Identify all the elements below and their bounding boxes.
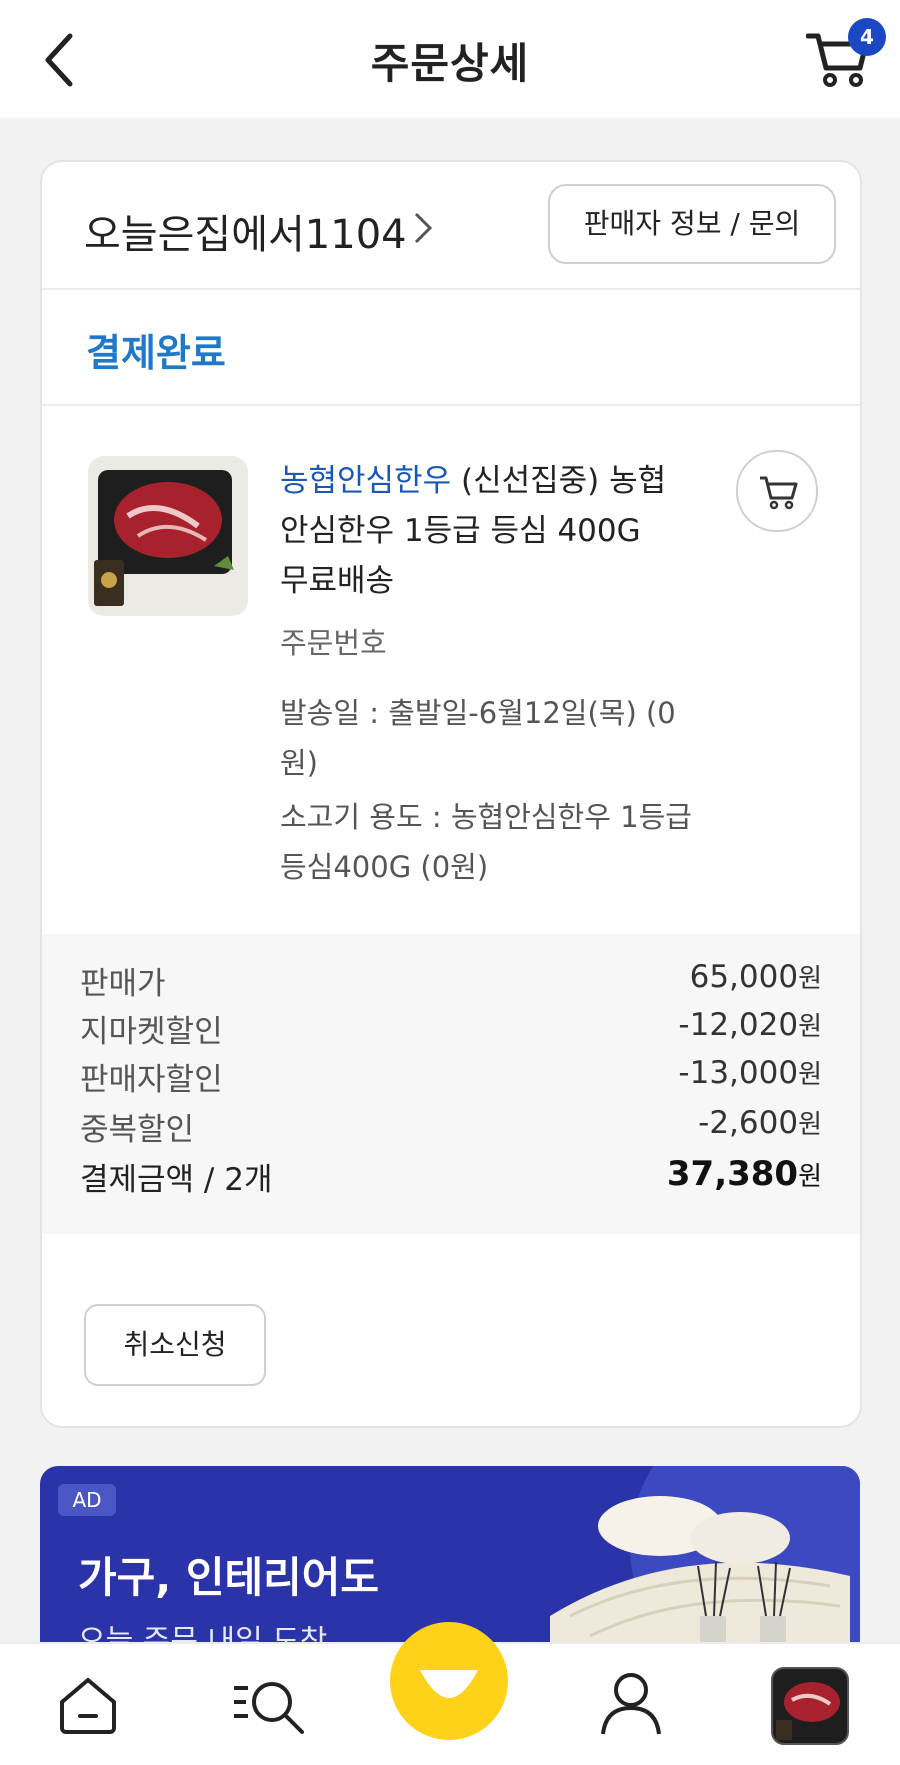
page-title: 주문상세 (370, 39, 530, 88)
ad-title: 가구, 인테리어도 (78, 1553, 380, 1602)
ship-date: 발송일 : 출발일-6월12일(목) (0원) (280, 696, 676, 780)
cart-count-badge: 4 (848, 18, 886, 56)
price-value: -12,020원 (678, 1007, 822, 1043)
order-card: 오늘은집에서1104 판매자 정보 / 문의 결제완료 농협안심한우 (신선집중… (40, 160, 862, 1428)
product-brand[interactable]: 농협안심한우 (280, 463, 451, 499)
price-summary: 판매가 65,000원 지마켓할인 -12,020원 판매자할인 -13,000… (42, 934, 860, 1234)
bedding-image (550, 1466, 860, 1656)
price-row: 중복할인 -2,600원 (80, 1104, 822, 1154)
price-row: 지마켓할인 -12,020원 (80, 1006, 822, 1056)
price-value: -2,600원 (698, 1105, 822, 1141)
cancel-order-button[interactable]: 취소신청 (84, 1304, 266, 1386)
price-value: -13,000원 (678, 1055, 822, 1091)
option-usage: 소고기 용도 : 농협안심한우 1등급 등심400G (0원) (280, 800, 692, 884)
product-title[interactable]: 농협안심한우 (신선집중) 농협안심한우 1등급 등심 400G 무료배송 (280, 456, 670, 606)
price-label: 중복할인 (80, 1112, 195, 1148)
top-bar: 주문상세 4 (0, 0, 900, 118)
order-number-label: 주문번호 (280, 626, 387, 660)
price-label: 판매자할인 (80, 1062, 223, 1098)
my-page-icon[interactable] (598, 1670, 664, 1738)
ad-tag: AD (58, 1484, 116, 1516)
product-thumbnail[interactable] (88, 456, 248, 616)
price-label: 판매가 (80, 966, 166, 1002)
chevron-right-icon (414, 212, 433, 244)
status-row: 결제완료 (42, 290, 860, 406)
smile-icon (420, 1670, 478, 1698)
smile-home-button[interactable] (390, 1622, 508, 1740)
price-label: 지마켓할인 (80, 1014, 223, 1050)
add-to-cart-button[interactable] (736, 450, 818, 532)
category-search-icon[interactable] (230, 1674, 310, 1736)
recent-item-thumbnail[interactable] (770, 1666, 850, 1746)
price-value: 65,000원 (689, 959, 822, 995)
total-value: 37,380원 (666, 1154, 822, 1194)
seller-row: 오늘은집에서1104 판매자 정보 / 문의 (42, 162, 860, 290)
total-price-row: 결제금액 / 2개 37,380원 (80, 1154, 822, 1204)
order-status: 결제완료 (86, 331, 226, 375)
total-label: 결제금액 / 2개 (80, 1162, 273, 1198)
cart-icon (760, 476, 798, 510)
seller-info-button[interactable]: 판매자 정보 / 문의 (548, 184, 836, 264)
price-row: 판매자할인 -13,000원 (80, 1054, 822, 1104)
price-row: 판매가 65,000원 (80, 958, 822, 1008)
home-icon[interactable] (56, 1674, 120, 1736)
seller-name-link[interactable]: 오늘은집에서1104 (84, 202, 407, 260)
